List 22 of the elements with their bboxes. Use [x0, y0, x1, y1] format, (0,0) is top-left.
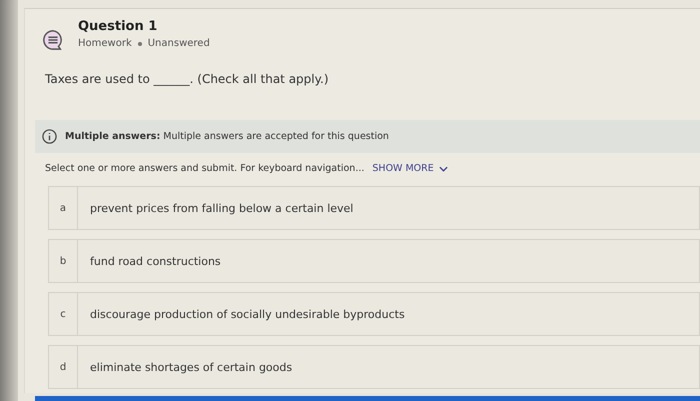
- answer-option[interactable]: d eliminate shortages of certain goods: [48, 345, 700, 389]
- option-letter: d: [49, 346, 78, 388]
- option-letter: a: [49, 187, 78, 229]
- chevron-down-icon: [438, 166, 448, 172]
- question-status: Homework: [78, 38, 132, 49]
- answer-option[interactable]: c discourage production of socially undesirable byproducts: [48, 292, 700, 336]
- option-text: eliminate shortages of certain goods: [89, 360, 292, 374]
- info-icon: [42, 129, 57, 144]
- question-list-icon: [42, 29, 64, 51]
- option-letter: b: [49, 240, 78, 282]
- question-status: Unanswered: [148, 38, 210, 49]
- option-text: discourage production of socially undesirable byproducts: [89, 308, 405, 320]
- answer-option[interactable]: b fund road constructions: [48, 239, 700, 283]
- question-prompt: Taxes are used to ______. (Check all that apply.): [45, 72, 330, 86]
- answer-option[interactable]: a prevent prices from falling below a certain level: [48, 186, 700, 230]
- option-text: fund road constructions: [89, 254, 221, 268]
- option-text: prevent prices from falling below a certain level: [89, 202, 354, 214]
- question-title: Question 1: [78, 19, 158, 34]
- instructions-text: Select one or more answers and submit. For keyboard navigation...: [45, 163, 364, 174]
- option-letter: c: [49, 293, 78, 335]
- info-text: Multiple answers: Multiple answers are accepted for this question: [65, 131, 389, 142]
- show-more-button[interactable]: SHOW MORE: [372, 163, 448, 174]
